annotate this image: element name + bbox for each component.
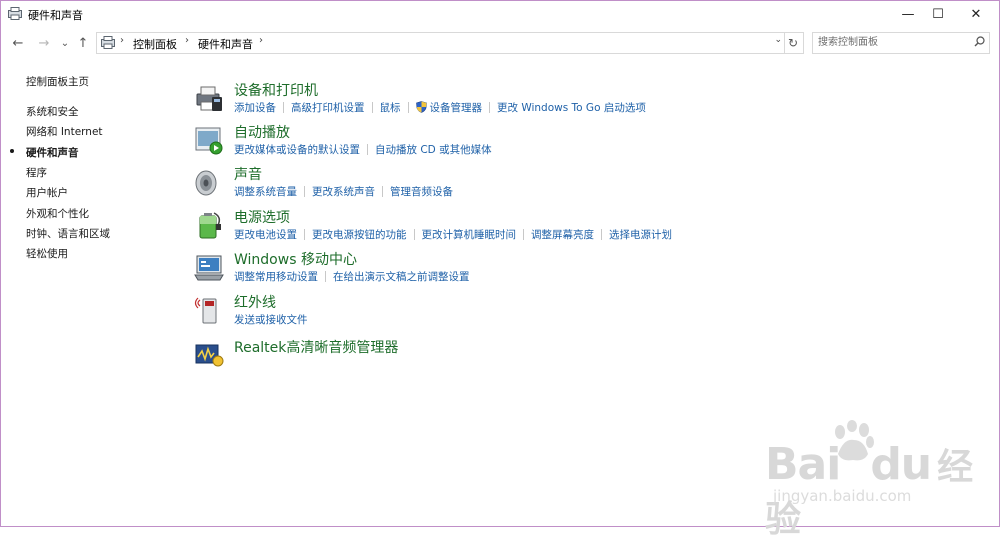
link-divider <box>325 271 326 282</box>
sidebar-item-clock-region[interactable]: 时钟、语言和区域 <box>26 226 110 241</box>
navigation-bar: ← → ⌄ ↑ › 控制面板 › 硬件和声音 › ⌄ ↻ <box>1 30 999 56</box>
title-bar: 硬件和声音 — ☐ ✕ <box>1 1 999 27</box>
speaker-icon <box>195 170 217 196</box>
category-links: 添加设备 高级打印机设置 鼠标 设备管理器 更改 Windows To Go 启动选项 <box>234 100 646 115</box>
link-divider <box>304 229 305 240</box>
battery-icon <box>199 212 221 239</box>
link-windows-to-go[interactable]: 更改 Windows To Go 启动选项 <box>497 102 646 114</box>
link-send-receive-files[interactable]: 发送或接收文件 <box>234 314 308 326</box>
autoplay-icon <box>195 127 223 155</box>
address-bar[interactable]: › 控制面板 › 硬件和声音 › ⌄ <box>96 32 785 54</box>
back-arrow-icon: ← <box>12 35 24 51</box>
chevron-down-icon: ⌄ <box>60 37 70 49</box>
link-divider <box>304 186 305 197</box>
link-autoplay-cd[interactable]: 自动播放 CD 或其他媒体 <box>375 144 492 156</box>
back-button[interactable]: ← <box>9 33 27 53</box>
category-title[interactable]: 自动播放 <box>234 122 290 142</box>
category-links: 发送或接收文件 <box>234 312 308 327</box>
sidebar-item-appearance[interactable]: 外观和个性化 <box>26 206 89 221</box>
sidebar-item-network[interactable]: 网络和 Internet <box>26 124 103 139</box>
mobility-center-icon <box>194 255 224 281</box>
up-arrow-icon: ↑ <box>77 35 89 51</box>
sidebar-item-ease-of-access[interactable]: 轻松使用 <box>26 246 68 261</box>
category-links: 更改媒体或设备的默认设置 自动播放 CD 或其他媒体 <box>234 142 492 157</box>
link-manage-audio-devices[interactable]: 管理音频设备 <box>390 186 453 198</box>
link-divider <box>367 144 368 155</box>
realtek-audio-icon <box>195 344 224 367</box>
link-sleep-time[interactable]: 更改计算机睡眠时间 <box>422 229 517 241</box>
forward-button[interactable]: → <box>35 33 53 53</box>
category-title[interactable]: Realtek高清晰音频管理器 <box>234 337 398 357</box>
link-advanced-printer-settings[interactable]: 高级打印机设置 <box>291 102 365 114</box>
link-presentation-settings[interactable]: 在给出演示文稿之前调整设置 <box>333 271 470 283</box>
maximize-icon: ☐ <box>932 6 944 22</box>
breadcrumb-separator: › <box>259 35 263 46</box>
link-device-manager[interactable]: 设备管理器 <box>430 102 483 114</box>
link-divider <box>382 186 383 197</box>
link-power-button-function[interactable]: 更改电源按钮的功能 <box>312 229 407 241</box>
control-panel-icon <box>8 7 22 20</box>
search-icon[interactable] <box>974 36 985 47</box>
link-divider <box>413 229 415 240</box>
link-divider <box>523 229 524 240</box>
refresh-icon: ↻ <box>787 36 799 50</box>
recent-locations-button[interactable]: ⌄ <box>56 33 74 53</box>
link-divider <box>407 102 409 113</box>
link-add-device[interactable]: 添加设备 <box>234 102 276 114</box>
link-change-system-sounds[interactable]: 更改系统声音 <box>312 186 375 198</box>
sidebar-item-hardware-sound[interactable]: 硬件和声音 <box>10 145 79 160</box>
close-button[interactable]: ✕ <box>953 1 999 27</box>
sidebar-item-system-security[interactable]: 系统和安全 <box>26 104 79 119</box>
link-choose-power-plan[interactable]: 选择电源计划 <box>609 229 672 241</box>
up-button[interactable]: ↑ <box>74 33 92 53</box>
breadcrumb-control-panel[interactable]: 控制面板 <box>133 36 177 52</box>
category-title[interactable]: 红外线 <box>234 292 276 312</box>
link-divider <box>601 229 602 240</box>
search-input[interactable] <box>818 35 968 50</box>
baidu-paw-icon <box>835 420 874 461</box>
link-divider <box>283 102 284 113</box>
link-common-mobility-settings[interactable]: 调整常用移动设置 <box>234 271 318 283</box>
category-title[interactable]: 声音 <box>234 164 262 184</box>
infrared-icon <box>194 297 217 324</box>
refresh-button[interactable]: ↻ <box>783 32 804 54</box>
printer-icon <box>196 86 222 111</box>
breadcrumb-hardware-sound[interactable]: 硬件和声音 <box>198 36 253 52</box>
category-links: 调整常用移动设置 在给出演示文稿之前调整设置 <box>234 269 470 284</box>
category-title[interactable]: 电源选项 <box>234 207 290 227</box>
current-item-bullet <box>10 149 14 153</box>
link-change-media-defaults[interactable]: 更改媒体或设备的默认设置 <box>234 144 360 156</box>
link-adjust-volume[interactable]: 调整系统音量 <box>234 186 297 198</box>
sidebar-item-label: 硬件和声音 <box>26 147 79 159</box>
link-divider <box>489 102 490 113</box>
window-title: 硬件和声音 <box>28 9 83 22</box>
link-change-battery-settings[interactable]: 更改电池设置 <box>234 229 297 241</box>
uac-shield-icon <box>415 101 427 113</box>
link-screen-brightness[interactable]: 调整屏幕亮度 <box>531 229 594 241</box>
category-links: 更改电池设置 更改电源按钮的功能 更改计算机睡眠时间 调整屏幕亮度 选择电源计划 <box>234 227 672 242</box>
forward-arrow-icon: → <box>38 35 50 51</box>
category-title[interactable]: Windows 移动中心 <box>234 249 357 269</box>
category-links: 调整系统音量 更改系统声音 管理音频设备 <box>234 184 453 199</box>
breadcrumb-separator: › <box>120 35 124 46</box>
link-divider <box>371 102 373 113</box>
sidebar-item-programs[interactable]: 程序 <box>26 165 47 180</box>
watermark-url: jingyan.baidu.com <box>773 487 912 505</box>
search-box[interactable] <box>812 32 990 54</box>
sidebar-item-home[interactable]: 控制面板主页 <box>26 74 89 89</box>
breadcrumb-separator: › <box>185 35 189 46</box>
minimize-icon: — <box>901 6 915 22</box>
control-panel-icon <box>101 36 115 49</box>
sidebar-item-user-accounts[interactable]: 用户帐户 <box>26 185 68 200</box>
category-title[interactable]: 设备和打印机 <box>234 80 318 100</box>
link-mouse[interactable]: 鼠标 <box>380 102 401 114</box>
address-dropdown-icon[interactable]: ⌄ <box>774 35 782 45</box>
close-icon: ✕ <box>970 6 982 22</box>
